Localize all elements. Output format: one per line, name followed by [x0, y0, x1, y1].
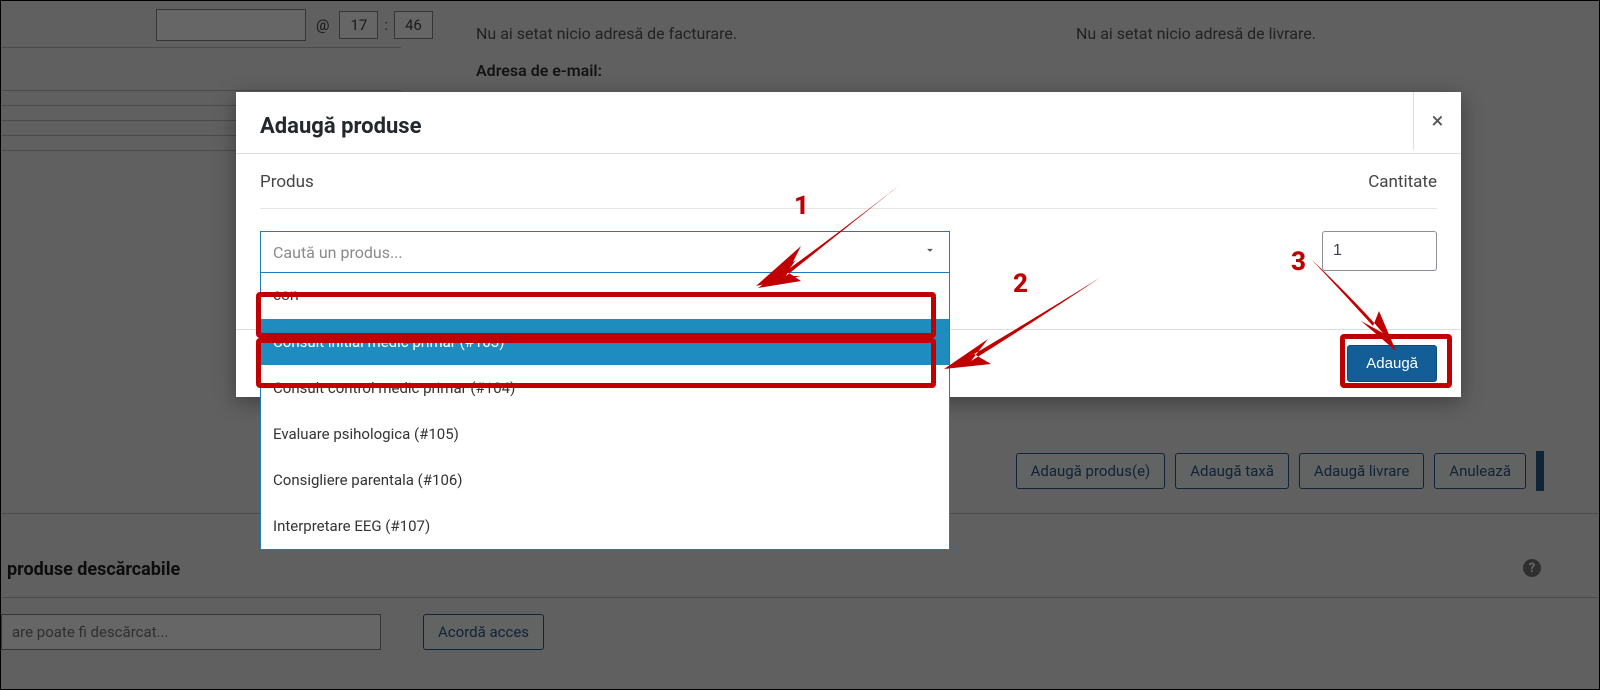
- product-row: Caută un produs... Consult initial medic…: [260, 209, 1437, 273]
- product-select[interactable]: Caută un produs... Consult initial medic…: [260, 231, 950, 273]
- select-placeholder: Caută un produs...: [273, 243, 403, 262]
- quantity-column: [1317, 231, 1437, 271]
- dropdown-search-input[interactable]: [271, 273, 939, 319]
- product-select-box[interactable]: Caută un produs...: [260, 231, 950, 273]
- columns-header: Produs Cantitate: [260, 172, 1437, 209]
- product-column-label: Produs: [260, 172, 314, 192]
- chevron-down-icon: [923, 243, 937, 261]
- product-dropdown: Consult initial medic primar (#103) Cons…: [260, 273, 950, 550]
- dropdown-option[interactable]: Consigliere parentala (#106): [261, 457, 949, 503]
- modal-close-button[interactable]: ×: [1413, 92, 1461, 150]
- quantity-input[interactable]: [1322, 231, 1437, 271]
- modal-title: Adaugă produse: [260, 114, 421, 139]
- dropdown-option[interactable]: Consult control medic primar (#104): [261, 365, 949, 411]
- dropdown-option[interactable]: Evaluare psihologica (#105): [261, 411, 949, 457]
- dropdown-option-selected[interactable]: Consult initial medic primar (#103): [261, 319, 949, 365]
- close-icon: ×: [1432, 109, 1444, 134]
- dropdown-option[interactable]: Interpretare EEG (#107): [261, 503, 949, 549]
- add-products-modal: Adaugă produse × Produs Cantitate Caută …: [236, 92, 1461, 397]
- dropdown-search: [261, 273, 949, 319]
- modal-body: Produs Cantitate Caută un produs... Cons…: [236, 154, 1461, 273]
- modal-header: Adaugă produse ×: [236, 92, 1461, 154]
- quantity-column-label: Cantitate: [1368, 172, 1437, 192]
- add-button[interactable]: Adaugă: [1347, 345, 1437, 382]
